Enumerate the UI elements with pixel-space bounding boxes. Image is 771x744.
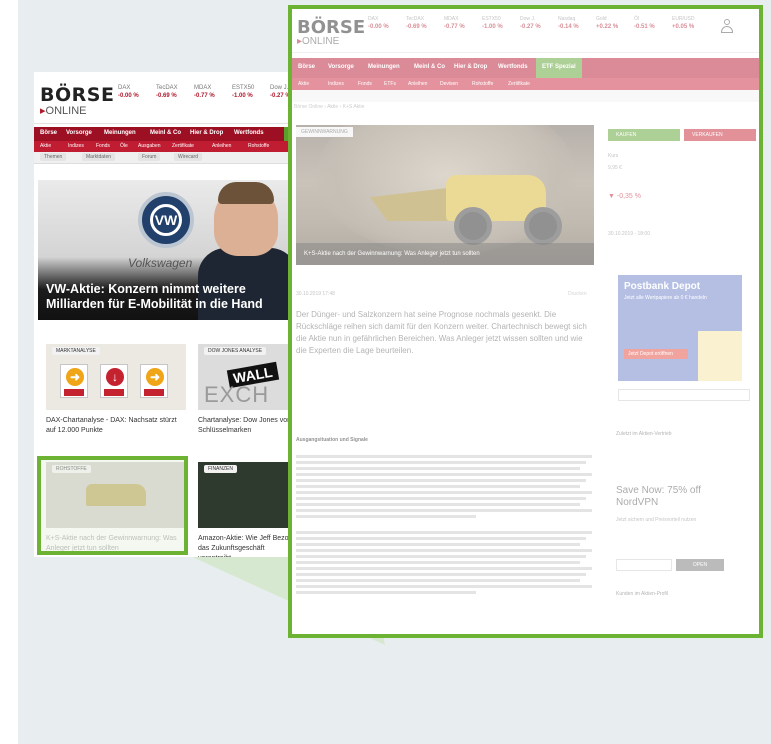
main-nav: Börse Vorsorge Meinungen Meinl & Co Hier… xyxy=(34,127,294,141)
teaser-headline[interactable]: Chartanalyse: Dow Jones vor Schlüsselmar… xyxy=(198,416,294,436)
nav-item[interactable]: Meinl & Co xyxy=(150,130,181,136)
subnav-item[interactable]: Zertifikate xyxy=(172,143,194,149)
nav-item[interactable]: Vorsorge xyxy=(66,130,92,136)
subnav-item[interactable]: Aktie xyxy=(40,143,51,149)
subnav-item[interactable]: Fonds xyxy=(96,143,110,149)
logo[interactable]: BÖRSE xyxy=(40,84,114,106)
nav-item[interactable]: Börse xyxy=(40,130,57,136)
subnav-item[interactable]: Indizes xyxy=(68,143,84,149)
topic-nav: Themen Marktdaten Forum Wirecard xyxy=(34,152,294,164)
hero-teaser[interactable]: VW Volkswagen VW-Aktie: Konzern nimmt we… xyxy=(38,180,294,320)
index-ticker[interactable]: TecDAX -0.69 % xyxy=(156,84,190,118)
person-hair xyxy=(218,182,274,204)
brand-wordmark: Volkswagen xyxy=(128,256,193,270)
nav-item[interactable]: Meinungen xyxy=(104,130,136,136)
index-ticker[interactable]: DAX -0.00 % xyxy=(118,84,152,118)
article-view-highlight xyxy=(288,5,763,638)
subnav-item[interactable]: Anleihen xyxy=(212,143,231,149)
teaser-tag: MARKTANALYSE xyxy=(52,347,100,355)
arrow-right-icon: ➜ xyxy=(146,368,164,386)
arrow-down-icon: ↓ xyxy=(106,368,124,386)
teaser-image[interactable]: FINANZEN xyxy=(198,462,294,528)
logo-subtitle: ▸ONLINE xyxy=(40,105,87,117)
subnav-item[interactable]: Rohstoffe xyxy=(248,143,269,149)
site-header: BÖRSE ▸ONLINE DAX -0.00 % TecDAX -0.69 % M… xyxy=(34,72,294,124)
teaser-image[interactable]: MARKTANALYSE ➜ ↓ ➜ xyxy=(46,344,186,410)
subnav-item[interactable]: Ausgaben xyxy=(138,143,161,149)
exchange-sign: EXCH xyxy=(204,382,270,407)
sub-nav: Aktie Indizes Fonds Öle Ausgaben Zertifi… xyxy=(34,141,294,152)
teaser-headline[interactable]: DAX-Chartanalyse - DAX: Nachsatz stürzt … xyxy=(46,416,186,436)
arrow-right-icon: ➜ xyxy=(66,368,84,386)
teaser-tag: DOW JONES ANALYSE xyxy=(204,347,267,355)
hero-headline[interactable]: VW-Aktie: Konzern nimmt weitere Milliard… xyxy=(46,282,292,312)
topic-pill[interactable]: Wirecard xyxy=(174,153,203,161)
subnav-item[interactable]: Öle xyxy=(120,143,128,149)
index-ticker[interactable]: MDAX -0.77 % xyxy=(194,84,228,118)
teaser-tag: FINANZEN xyxy=(204,465,237,473)
topic-pill[interactable]: Forum xyxy=(138,153,161,161)
selected-teaser-highlight xyxy=(37,456,188,555)
index-ticker[interactable]: ESTX50 -1.00 % xyxy=(232,84,266,118)
topic-pill[interactable]: Marktdaten xyxy=(82,153,116,161)
nav-item[interactable]: Hier & Drop xyxy=(190,130,223,136)
teaser-headline[interactable]: Amazon-Aktie: Wie Jeff Bezos das Zukunft… xyxy=(198,534,294,557)
vw-logo-icon: VW xyxy=(138,192,194,248)
topic-pill[interactable]: Themen xyxy=(40,153,67,161)
nav-item[interactable]: Wertfonds xyxy=(234,130,264,136)
teaser-image[interactable]: DOW JONES ANALYSE WALL EXCH xyxy=(198,344,294,410)
